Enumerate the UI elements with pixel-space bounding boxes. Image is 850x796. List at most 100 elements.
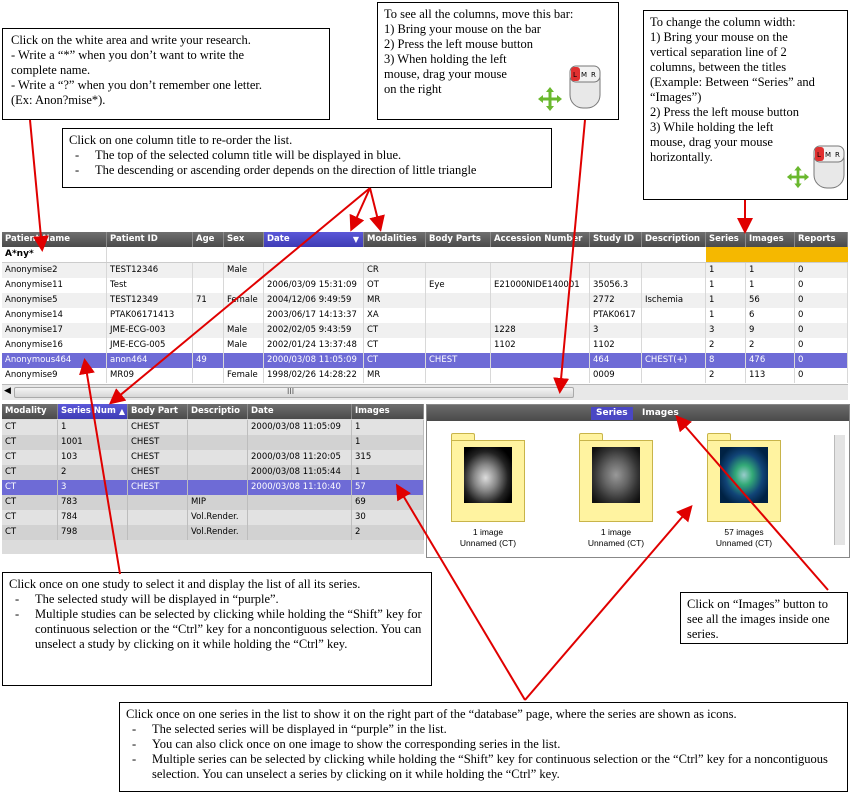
study-cell: Anonymise16 xyxy=(2,338,107,353)
series-cell: 2000/03/08 11:10:40 xyxy=(248,480,352,495)
column-header-age[interactable]: Age xyxy=(193,232,224,247)
column-header-date[interactable]: Date ▼ xyxy=(264,232,364,247)
study-cell: 71 xyxy=(193,293,224,308)
study-row[interactable]: Anonymise14 PTAK06171413 2003/06/17 14:13:… xyxy=(2,308,848,323)
icon-view-tabbar: Series Images xyxy=(427,405,849,421)
series-row[interactable]: CT 103 CHEST 2000/03/08 11:20:05 315 xyxy=(2,450,424,465)
column-header-series[interactable]: Series xyxy=(706,232,746,247)
series-folder[interactable]: 1 image Unnamed (CT) xyxy=(577,433,655,553)
study-cell: 1228 xyxy=(491,323,590,338)
series-cell: 315 xyxy=(352,450,424,465)
column-header-images[interactable]: Images xyxy=(746,232,795,247)
note-line: “Images”) xyxy=(650,90,702,104)
note-line: To see all the columns, move this bar: xyxy=(384,7,574,21)
column-header-label: Body Part xyxy=(131,406,178,416)
series-image-count: 1 image xyxy=(600,527,632,537)
study-cell: CHEST xyxy=(426,353,491,368)
study-cell: 0 xyxy=(795,368,848,383)
series-cell: CT xyxy=(2,495,58,510)
study-row[interactable]: Anonymise9 MR09 Female 1998/02/26 14:28:22 M… xyxy=(2,368,848,383)
series-thumbnail xyxy=(464,447,512,503)
series-row[interactable]: CT 783 MIP 69 xyxy=(2,495,424,510)
study-cell xyxy=(193,308,224,323)
series-column-header-date[interactable]: Date xyxy=(248,404,352,419)
column-header-label: Patient Name xyxy=(5,234,71,244)
study-cell: 0 xyxy=(795,338,848,353)
study-row[interactable]: Anonymise16 JME-ECG-005 Male 2002/01/24 13:… xyxy=(2,338,848,353)
series-column-header-series-num[interactable]: Series Num ▲ xyxy=(58,404,128,419)
study-cell: Male xyxy=(224,338,264,353)
series-cell xyxy=(188,420,248,435)
column-header-label: Series xyxy=(709,234,739,244)
filter-row: A*ny* xyxy=(2,247,848,263)
study-row[interactable]: Anonymous464 anon464 49 2000/03/08 11:05:09… xyxy=(2,353,848,368)
note-bullet: The selected study will be displayed in … xyxy=(9,592,425,607)
study-cell: 1 xyxy=(746,278,795,293)
series-row[interactable]: CT 798 Vol.Render. 2 xyxy=(2,525,424,540)
study-cell: 2002/02/05 9:43:59 xyxy=(264,323,364,338)
study-row[interactable]: Anonymise2 TEST12346 Male CR 1 1 0 xyxy=(2,263,848,278)
note-reorder-title: Click on one column title to re-order th… xyxy=(69,133,293,147)
series-cell: Vol.Render. xyxy=(188,510,248,525)
series-column-header-modality[interactable]: Modality xyxy=(2,404,58,419)
column-header-description[interactable]: Description xyxy=(642,232,706,247)
patient-name-filter-input[interactable]: A*ny* xyxy=(2,247,107,262)
series-row[interactable]: CT 2 CHEST 2000/03/08 11:05:44 1 xyxy=(2,465,424,480)
column-header-label: Modalities xyxy=(367,234,417,244)
study-cell: MR09 xyxy=(107,368,193,383)
study-row[interactable]: Anonymise17 JME-ECG-003 Male 2002/02/05 9:4… xyxy=(2,323,848,338)
series-folder[interactable]: 1 image Unnamed (CT) xyxy=(449,433,527,553)
note-search: Click on the white area and write your r… xyxy=(2,28,330,120)
series-cell: 69 xyxy=(352,495,424,510)
column-header-study-id[interactable]: Study ID xyxy=(590,232,642,247)
study-cell: JME-ECG-005 xyxy=(107,338,193,353)
study-cell xyxy=(224,308,264,323)
tab-images[interactable]: Images xyxy=(637,407,684,420)
column-header-reports[interactable]: Reports xyxy=(795,232,848,247)
svg-text:L: L xyxy=(817,151,821,159)
series-cell: CT xyxy=(2,510,58,525)
series-column-header-images[interactable]: Images xyxy=(352,404,424,419)
column-header-patient-id[interactable]: Patient ID xyxy=(107,232,193,247)
scroll-thumb[interactable]: III xyxy=(14,387,574,398)
column-header-label: Date xyxy=(267,234,290,244)
study-cell: 2 xyxy=(706,368,746,383)
column-header-body-parts[interactable]: Body Parts xyxy=(426,232,491,247)
tab-series[interactable]: Series xyxy=(591,407,633,420)
folder-body xyxy=(579,440,653,522)
study-cell: 8 xyxy=(706,353,746,368)
study-row[interactable]: Anonymise5 TEST12349 71 Female 2004/12/06 9:… xyxy=(2,293,848,308)
note-line: 2) Press the left mouse button xyxy=(384,37,533,51)
series-column-header-descriptio[interactable]: Descriptio xyxy=(188,404,248,419)
series-folder[interactable]: 57 images Unnamed (CT) xyxy=(705,433,783,553)
study-row[interactable]: Anonymise11 Test 2006/03/09 15:31:09 OT Eye E… xyxy=(2,278,848,293)
svg-text:L: L xyxy=(573,71,577,79)
study-cell: 6 xyxy=(746,308,795,323)
study-cell: PTAK0617 xyxy=(590,308,642,323)
study-list-scrollbar[interactable]: ◀ III xyxy=(2,384,848,400)
series-row[interactable]: CT 784 Vol.Render. 30 xyxy=(2,510,424,525)
series-cell: 1 xyxy=(352,465,424,480)
study-cell: Test xyxy=(107,278,193,293)
series-column-header-body-part[interactable]: Body Part xyxy=(128,404,188,419)
icon-view-scrollbar[interactable] xyxy=(834,435,845,545)
study-cell xyxy=(642,323,706,338)
column-header-accession-number[interactable]: Accession Number xyxy=(491,232,590,247)
column-header-modalities[interactable]: Modalities xyxy=(364,232,426,247)
scroll-left-arrow[interactable]: ◀ xyxy=(4,386,11,396)
series-cell xyxy=(188,435,248,450)
series-cell: 2000/03/08 11:05:44 xyxy=(248,465,352,480)
column-header-sex[interactable]: Sex xyxy=(224,232,264,247)
study-cell: CHEST(+) xyxy=(642,353,706,368)
study-cell: JME-ECG-003 xyxy=(107,323,193,338)
study-cell: Male xyxy=(224,323,264,338)
study-cell: 0 xyxy=(795,353,848,368)
series-row[interactable]: CT 1 CHEST 2000/03/08 11:05:09 1 xyxy=(2,420,424,435)
series-row[interactable]: CT 1001 CHEST 1 xyxy=(2,435,424,450)
column-header-patient-name[interactable]: Patient Name xyxy=(2,232,107,247)
svg-text:R: R xyxy=(835,151,840,159)
series-cell: CHEST xyxy=(128,480,188,495)
mouse-icon: L M R xyxy=(810,142,850,192)
series-row[interactable]: CT 3 CHEST 2000/03/08 11:10:40 57 xyxy=(2,480,424,495)
study-cell: 1 xyxy=(706,293,746,308)
